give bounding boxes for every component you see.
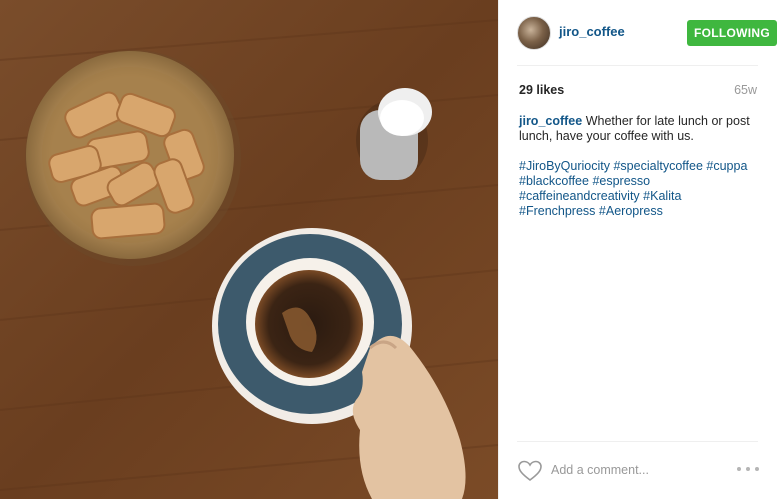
- hashtag-link[interactable]: #caffeineandcreativity: [519, 189, 640, 203]
- hashtag-link[interactable]: #Kalita: [643, 189, 681, 203]
- post-header: jiro_coffee FOLLOWING: [517, 14, 777, 52]
- divider: [517, 65, 758, 66]
- following-button[interactable]: FOLLOWING: [687, 20, 777, 46]
- hashtag-link[interactable]: #espresso: [592, 174, 650, 188]
- hashtag-link[interactable]: #cuppa: [706, 159, 747, 173]
- hashtag-link[interactable]: #specialtycoffee: [613, 159, 702, 173]
- hashtag-link[interactable]: #blackcoffee: [519, 174, 589, 188]
- hashtag-link[interactable]: #JiroByQuriocity: [519, 159, 610, 173]
- caption: jiro_coffee Whether for late lunch or po…: [519, 114, 761, 144]
- divider: [517, 441, 758, 442]
- comment-input[interactable]: [551, 460, 721, 480]
- post-photo[interactable]: [0, 0, 498, 499]
- hashtag-list: #JiroByQuriocity #specialtycoffee #cuppa…: [519, 159, 767, 219]
- heart-icon[interactable]: [517, 459, 543, 483]
- coffee-photo-illustration: [0, 0, 498, 499]
- username-link[interactable]: jiro_coffee: [559, 24, 625, 39]
- caption-username-link[interactable]: jiro_coffee: [519, 114, 582, 128]
- hashtag-link[interactable]: #Aeropress: [599, 204, 663, 218]
- likes-count[interactable]: 29 likes: [519, 83, 564, 97]
- ellipsis-icon[interactable]: [737, 462, 761, 476]
- hashtag-link[interactable]: #Frenchpress: [519, 204, 595, 218]
- post-age[interactable]: 65w: [734, 83, 757, 97]
- avatar[interactable]: [517, 16, 551, 50]
- post-details-panel: jiro_coffee FOLLOWING 29 likes 65w jiro_…: [498, 0, 779, 499]
